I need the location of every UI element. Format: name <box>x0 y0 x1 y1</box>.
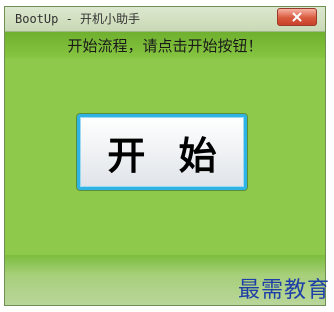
app-window: BootUp - 开机小助手 开始流程，请点击开始按钮！ 开 始 <box>4 6 326 306</box>
watermark: 最需教育 <box>237 278 330 303</box>
close-button[interactable] <box>277 8 317 26</box>
start-button-label: 开 始 <box>107 133 227 178</box>
close-icon <box>292 12 302 22</box>
instruction-banner: 开始流程，请点击开始按钮！ <box>5 32 325 58</box>
start-button[interactable]: 开 始 <box>77 114 247 190</box>
instruction-text: 开始流程，请点击开始按钮！ <box>67 36 263 55</box>
window-title: BootUp - 开机小助手 <box>15 12 141 26</box>
title-bar[interactable]: BootUp - 开机小助手 <box>5 7 325 32</box>
